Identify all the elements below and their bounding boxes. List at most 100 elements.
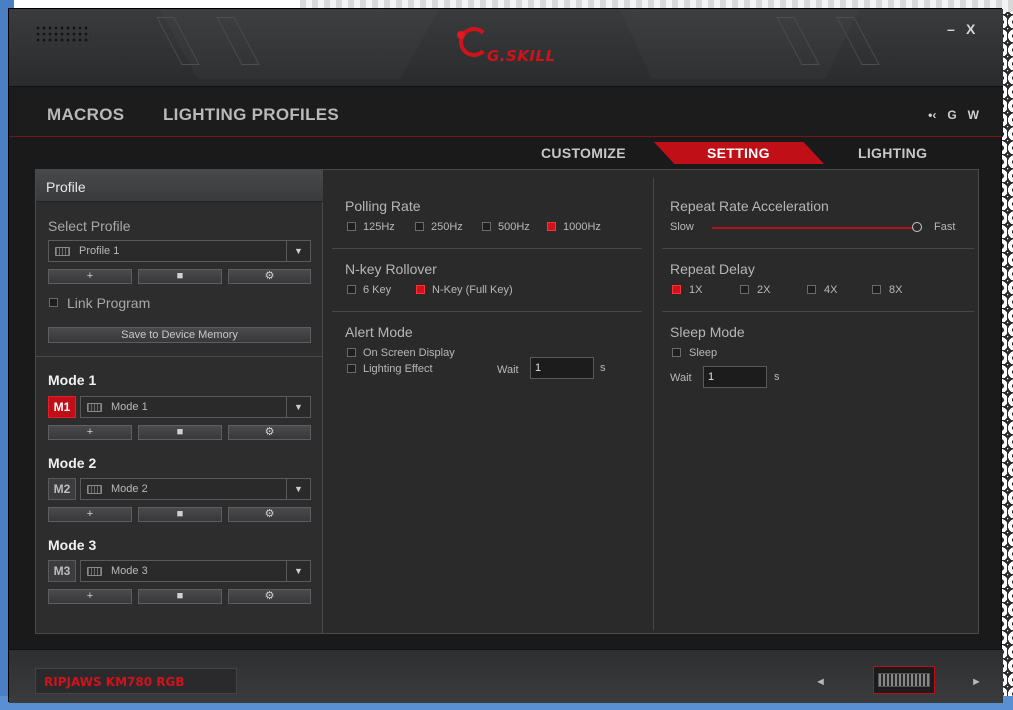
delay-4x-checkbox[interactable] bbox=[807, 285, 816, 294]
profile-header-title: Profile bbox=[46, 179, 86, 195]
select-profile-label: Select Profile bbox=[48, 218, 131, 234]
mode-3-delete-button[interactable]: ■ bbox=[138, 589, 222, 604]
mode-3-settings-button[interactable]: ⚙ bbox=[228, 589, 311, 604]
settings-column-divider bbox=[653, 178, 654, 630]
chevron-down-icon[interactable]: ▼ bbox=[286, 479, 310, 499]
mode-2-title: Mode 2 bbox=[48, 455, 97, 471]
mode-1-select[interactable]: Mode 1 ▼ bbox=[80, 396, 311, 418]
polling-250-checkbox[interactable] bbox=[415, 222, 424, 231]
header-wedge-left bbox=[159, 9, 439, 79]
sleep-wait-label: Wait bbox=[670, 372, 692, 384]
repeat-accel-slow-label: Slow bbox=[670, 221, 694, 233]
nkey-title: N-key Rollover bbox=[345, 261, 437, 277]
profile-settings-button[interactable]: ⚙ bbox=[228, 269, 311, 284]
mode-1-settings-button[interactable]: ⚙ bbox=[228, 425, 311, 440]
mode-3-select-value: Mode 3 bbox=[111, 565, 148, 577]
chevron-down-icon[interactable]: ▼ bbox=[286, 397, 310, 417]
alert-wait-unit: s bbox=[600, 362, 606, 374]
mode-3-select[interactable]: Mode 3 ▼ bbox=[80, 560, 311, 582]
prev-device-arrow-icon[interactable]: ◄ bbox=[815, 676, 826, 688]
w-icon[interactable]: W bbox=[968, 108, 979, 122]
on-screen-display-label: On Screen Display bbox=[363, 347, 455, 359]
on-screen-display-checkbox[interactable] bbox=[347, 348, 356, 357]
section-divider bbox=[332, 248, 642, 249]
mode-2-settings-button[interactable]: ⚙ bbox=[228, 507, 311, 522]
sleep-wait-input[interactable]: 1 bbox=[703, 366, 767, 388]
g-icon[interactable]: G bbox=[947, 108, 956, 122]
save-to-device-button[interactable]: Save to Device Memory bbox=[48, 327, 311, 343]
keyboard-icon bbox=[87, 403, 102, 412]
keyboard-icon bbox=[878, 673, 930, 687]
profile-panel: Profile Select Profile Profile 1 ▼ + ■ ⚙… bbox=[36, 170, 323, 633]
repeat-accel-slider-thumb[interactable] bbox=[912, 222, 922, 232]
title-bar[interactable]: G.SKILL – X bbox=[9, 9, 1003, 87]
close-button[interactable]: X bbox=[966, 21, 975, 37]
profile-select-value: Profile 1 bbox=[79, 245, 120, 257]
repeat-accel-slider-track[interactable] bbox=[712, 227, 922, 229]
chevron-down-icon[interactable]: ▼ bbox=[286, 241, 310, 261]
mode-1-title: Mode 1 bbox=[48, 372, 97, 388]
next-device-arrow-icon[interactable]: ► bbox=[971, 676, 982, 688]
gskill-logo: G.SKILL bbox=[455, 23, 575, 75]
add-profile-button[interactable]: + bbox=[48, 269, 132, 284]
delay-8x-label: 8X bbox=[889, 284, 903, 296]
chevron-down-icon[interactable]: ▼ bbox=[286, 561, 310, 581]
mode-1-select-value: Mode 1 bbox=[111, 401, 148, 413]
mode-2-badge[interactable]: M2 bbox=[48, 478, 76, 500]
nkey-6-checkbox[interactable] bbox=[347, 285, 356, 294]
device-model-box: RIPJAWS KM780 RGB bbox=[35, 668, 237, 694]
keyboard-device-thumbnail[interactable] bbox=[873, 666, 935, 694]
delay-4x-label: 4X bbox=[824, 284, 838, 296]
polling-500-checkbox[interactable] bbox=[482, 222, 491, 231]
logo-dot-icon bbox=[457, 31, 465, 39]
section-divider bbox=[332, 311, 642, 312]
mode-2-select[interactable]: Mode 2 ▼ bbox=[80, 478, 311, 500]
delay-8x-checkbox[interactable] bbox=[872, 285, 881, 294]
polling-1000-checkbox[interactable] bbox=[547, 222, 556, 231]
sleep-wait-unit: s bbox=[774, 371, 780, 383]
mode-2-select-value: Mode 2 bbox=[111, 483, 148, 495]
main-nav: MACROS LIGHTING PROFILES •‹ G W bbox=[9, 87, 1003, 137]
delete-profile-button[interactable]: ■ bbox=[138, 269, 222, 284]
sleep-mode-title: Sleep Mode bbox=[670, 324, 745, 340]
lighting-effect-checkbox[interactable] bbox=[347, 364, 356, 373]
profile-select[interactable]: Profile 1 ▼ bbox=[48, 240, 311, 262]
link-program-checkbox[interactable] bbox=[49, 298, 58, 307]
alert-wait-label: Wait bbox=[497, 364, 519, 376]
nav-icon-group: •‹ G W bbox=[928, 108, 979, 122]
mode-2-add-button[interactable]: + bbox=[48, 507, 132, 522]
mode-1-badge[interactable]: M1 bbox=[48, 396, 76, 418]
key-icon[interactable]: •‹ bbox=[928, 108, 936, 122]
keyboard-icon bbox=[87, 485, 102, 494]
keyboard-icon bbox=[55, 247, 70, 256]
tab-setting[interactable]: SETTING bbox=[707, 145, 770, 161]
repeat-accel-fast-label: Fast bbox=[934, 221, 956, 233]
delay-2x-label: 2X bbox=[757, 284, 771, 296]
mode-3-badge[interactable]: M3 bbox=[48, 560, 76, 582]
delay-1x-checkbox[interactable] bbox=[672, 285, 681, 294]
nav-macros[interactable]: MACROS bbox=[47, 105, 124, 125]
mode-3-add-button[interactable]: + bbox=[48, 589, 132, 604]
delay-1x-label: 1X bbox=[689, 284, 703, 296]
repeat-delay-title: Repeat Delay bbox=[670, 261, 755, 277]
sleep-checkbox[interactable] bbox=[672, 348, 681, 357]
polling-125-label: 125Hz bbox=[363, 221, 395, 233]
nkey-full-checkbox[interactable] bbox=[416, 285, 425, 294]
nav-lighting-profiles[interactable]: LIGHTING PROFILES bbox=[163, 105, 339, 125]
minimize-button[interactable]: – bbox=[947, 21, 955, 37]
polling-500-label: 500Hz bbox=[498, 221, 530, 233]
nkey-6-label: 6 Key bbox=[363, 284, 392, 296]
delay-2x-checkbox[interactable] bbox=[740, 285, 749, 294]
polling-250-label: 250Hz bbox=[431, 221, 463, 233]
mode-2-delete-button[interactable]: ■ bbox=[138, 507, 222, 522]
logo-text: G.SKILL bbox=[487, 47, 556, 65]
section-divider bbox=[662, 248, 974, 249]
polling-125-checkbox[interactable] bbox=[347, 222, 356, 231]
tab-customize[interactable]: CUSTOMIZE bbox=[541, 145, 626, 161]
alert-wait-input[interactable]: 1 bbox=[530, 357, 594, 379]
lighting-effect-label: Lighting Effect bbox=[363, 363, 433, 375]
mode-1-add-button[interactable]: + bbox=[48, 425, 132, 440]
tab-lighting[interactable]: LIGHTING bbox=[858, 145, 927, 161]
polling-1000-label: 1000Hz bbox=[563, 221, 601, 233]
mode-1-delete-button[interactable]: ■ bbox=[138, 425, 222, 440]
